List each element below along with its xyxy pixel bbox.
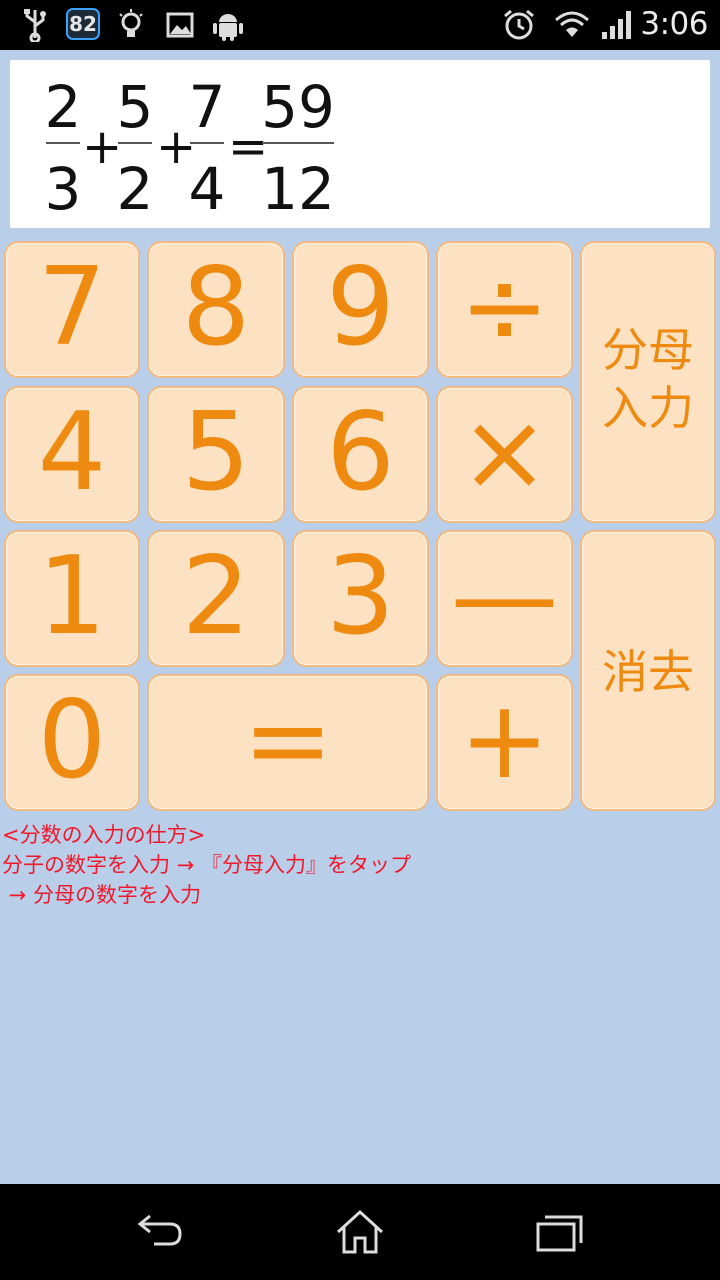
home-icon[interactable] bbox=[330, 1206, 390, 1258]
help-line-step2: → 分母の数字を入力 bbox=[2, 883, 201, 907]
fraction-term: 2 3 bbox=[44, 60, 82, 228]
signal-icon bbox=[602, 11, 631, 39]
expression-display: 2 3 + 5 2 + 7 4 = 59 12 bbox=[10, 60, 710, 228]
help-text: <分数の入力の仕方> 分子の数字を入力 → 『分母入力』をタップ → 分母の数字… bbox=[2, 820, 718, 910]
plus-button[interactable]: + bbox=[436, 674, 573, 811]
fraction-bar bbox=[190, 142, 224, 144]
numerator: 5 bbox=[116, 73, 154, 141]
notification-badge-icon: 82 bbox=[66, 8, 100, 40]
denominator-input-label-line1: 分母 bbox=[602, 323, 694, 377]
clear-button[interactable]: 消去 bbox=[580, 530, 716, 811]
denominator: 3 bbox=[44, 155, 82, 223]
lightbulb-icon bbox=[119, 9, 143, 37]
key-8-button[interactable]: 8 bbox=[147, 241, 285, 378]
operator: = bbox=[228, 119, 269, 175]
clock: 3:06 bbox=[640, 6, 708, 42]
fraction-bar bbox=[118, 142, 152, 144]
back-icon[interactable] bbox=[130, 1206, 190, 1258]
denominator-input-button[interactable]: 分母 入力 bbox=[580, 241, 716, 523]
android-icon bbox=[213, 14, 243, 41]
minus-button[interactable]: — bbox=[436, 530, 573, 667]
key-1-button[interactable]: 1 bbox=[4, 530, 140, 667]
operator: + bbox=[156, 119, 197, 175]
wifi-icon bbox=[555, 11, 589, 37]
denominator: 2 bbox=[116, 155, 154, 223]
fraction-bar bbox=[46, 142, 80, 144]
key-4-button[interactable]: 4 bbox=[4, 386, 140, 523]
result-numerator: 59 bbox=[261, 73, 335, 141]
fraction-term: 7 4 bbox=[188, 60, 226, 228]
equals-button[interactable]: = bbox=[147, 674, 429, 811]
denominator: 4 bbox=[188, 155, 226, 223]
fraction-bar bbox=[262, 142, 334, 144]
divide-button[interactable]: ÷ bbox=[436, 241, 573, 378]
key-7-button[interactable]: 7 bbox=[4, 241, 140, 378]
numerator: 7 bbox=[188, 73, 226, 141]
navigation-bar bbox=[0, 1184, 720, 1280]
key-2-button[interactable]: 2 bbox=[147, 530, 285, 667]
status-bar: 82 3:06 bbox=[0, 0, 720, 50]
key-5-button[interactable]: 5 bbox=[147, 386, 285, 523]
operator: + bbox=[82, 119, 123, 175]
multiply-button[interactable]: × bbox=[436, 386, 573, 523]
recent-apps-icon[interactable] bbox=[530, 1206, 590, 1258]
help-line-title: <分数の入力の仕方> bbox=[2, 823, 206, 847]
result-denominator: 12 bbox=[261, 155, 335, 223]
help-line-step1: 分子の数字を入力 → 『分母入力』をタップ bbox=[2, 853, 411, 877]
numerator: 2 bbox=[44, 73, 82, 141]
denominator-input-label-line2: 入力 bbox=[602, 381, 694, 435]
key-0-button[interactable]: 0 bbox=[4, 674, 140, 811]
alarm-icon bbox=[504, 9, 534, 40]
fraction-term: 5 2 bbox=[116, 60, 154, 228]
result-fraction: 59 12 bbox=[260, 60, 336, 228]
usb-icon bbox=[24, 9, 46, 42]
key-9-button[interactable]: 9 bbox=[292, 241, 429, 378]
key-3-button[interactable]: 3 bbox=[292, 530, 429, 667]
key-6-button[interactable]: 6 bbox=[292, 386, 429, 523]
image-icon bbox=[166, 12, 194, 38]
